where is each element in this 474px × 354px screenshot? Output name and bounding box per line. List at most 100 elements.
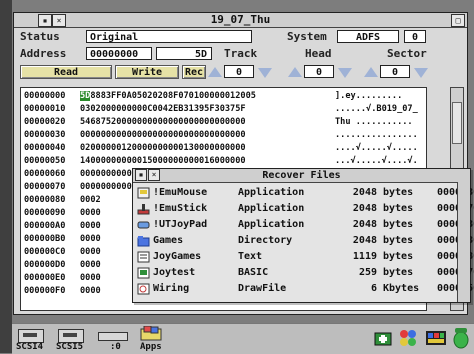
scsi5-disk-icon[interactable] bbox=[58, 329, 84, 343]
floppy-label: :0 bbox=[110, 342, 121, 352]
dump-address: 00000090 bbox=[24, 208, 66, 218]
scsi5-label: SCSI5 bbox=[56, 342, 84, 352]
floppy-drive-icon[interactable] bbox=[98, 332, 128, 341]
file-size-unit: bytes bbox=[383, 219, 414, 230]
dump-hex-bytes[interactable]: 14000000000015000000000016000000 bbox=[80, 156, 246, 167]
dump-address: 000000E0 bbox=[24, 273, 66, 283]
file-size: 2048 bbox=[352, 235, 377, 246]
read-button[interactable]: Read bbox=[20, 65, 112, 79]
file-name: Games bbox=[153, 235, 184, 246]
sector-field[interactable]: 0 bbox=[380, 65, 410, 78]
system-field[interactable]: ADFS bbox=[337, 30, 399, 43]
file-size: 1119 bbox=[352, 251, 377, 262]
track-down-arrow-icon[interactable] bbox=[258, 68, 272, 78]
app-icon bbox=[137, 187, 150, 199]
address-label: Address bbox=[20, 47, 67, 60]
toggle-size-icon[interactable]: □ bbox=[451, 14, 465, 27]
dump-address: 000000F0 bbox=[24, 286, 66, 296]
recover-file-row[interactable]: GamesDirectory2048bytes00000300 bbox=[137, 233, 474, 249]
file-type: Directory bbox=[238, 235, 293, 246]
file-size-unit: bytes bbox=[383, 267, 414, 278]
recover-file-row[interactable]: JoyGamesText1119bytes00002800 bbox=[137, 249, 474, 265]
scsi4-disk-icon[interactable] bbox=[18, 329, 44, 343]
dump-ascii[interactable]: Thu ........... bbox=[335, 117, 413, 128]
dump-hex-bytes[interactable]: 0000 bbox=[80, 234, 101, 245]
dump-ascii[interactable]: ...√.....√....√. bbox=[335, 156, 418, 167]
dump-hex-bytes[interactable]: 5D8883FF0A05020208F070100000012005 bbox=[80, 91, 256, 102]
dump-hex-bytes[interactable]: 0302000000000C0042EB31395F30375F bbox=[80, 104, 246, 115]
dump-ascii[interactable]: ................ bbox=[335, 130, 418, 141]
recover-titlebar[interactable]: ▪ × Recover Files bbox=[133, 169, 470, 183]
status-field[interactable]: Original bbox=[86, 30, 252, 43]
dump-hex-bytes[interactable]: 54687520000000000000000000000000 bbox=[80, 117, 246, 128]
sector-down-arrow-icon[interactable] bbox=[414, 68, 428, 78]
head-up-arrow-icon[interactable] bbox=[288, 67, 302, 77]
cursor-byte[interactable]: 5D bbox=[80, 91, 91, 101]
file-name: !EmuMouse bbox=[153, 187, 208, 198]
dump-hex-bytes[interactable]: 02000000120000000000130000000000 bbox=[80, 143, 246, 154]
acorn-task-manager-icon[interactable] bbox=[452, 327, 470, 349]
dump-hex-bytes[interactable]: 0000 bbox=[80, 260, 101, 271]
dump-address: 00000030 bbox=[24, 130, 66, 140]
head-field[interactable]: 0 bbox=[304, 65, 334, 78]
file-size-unit: bytes bbox=[383, 187, 414, 198]
recover-file-row[interactable]: JoytestBASIC259bytes00001701 bbox=[137, 265, 474, 281]
recover-file-row[interactable]: !EmuMouseApplication2048bytes00000300 bbox=[137, 185, 474, 201]
file-type: Text bbox=[238, 251, 263, 262]
recover-file-row[interactable]: WiringDrawFile6Kbytes00000500 bbox=[137, 281, 474, 297]
file-size: 2048 bbox=[352, 203, 377, 214]
dump-hex-bytes[interactable]: 0000 bbox=[80, 247, 101, 258]
display-manager-icon[interactable] bbox=[425, 330, 447, 346]
dump-hex-bytes[interactable]: 0000 bbox=[80, 208, 101, 219]
file-name: Wiring bbox=[153, 283, 190, 294]
drawfile-icon bbox=[137, 283, 150, 295]
write-button[interactable]: Write bbox=[115, 65, 179, 79]
dump-address: 00000050 bbox=[24, 156, 66, 166]
desktop-edge bbox=[0, 0, 12, 353]
apps-icon[interactable] bbox=[140, 325, 162, 341]
sector-up-arrow-icon[interactable] bbox=[364, 67, 378, 77]
track-up-arrow-icon[interactable] bbox=[208, 67, 222, 77]
icon-bar: SCSI4 SCSI5 :0 Apps bbox=[12, 323, 474, 354]
window-titlebar[interactable]: ▪ × 19_07_Thu □ bbox=[14, 13, 467, 28]
recover-file-row[interactable]: !EmuStickApplication2048bytes00000701 bbox=[137, 201, 474, 217]
dump-address: 000000D0 bbox=[24, 260, 66, 270]
cross-tool-icon[interactable] bbox=[374, 330, 392, 346]
dump-hex-bytes[interactable]: 0000 bbox=[80, 221, 101, 232]
track-field[interactable]: 0 bbox=[224, 65, 254, 78]
recover-title: Recover Files bbox=[262, 170, 341, 181]
dump-address: 00000040 bbox=[24, 143, 66, 153]
head-down-arrow-icon[interactable] bbox=[338, 68, 352, 78]
dump-address: 00000000 bbox=[24, 91, 66, 101]
dump-hex-bytes[interactable]: 00000000000000000000000000000000 bbox=[80, 130, 246, 141]
file-size: 2048 bbox=[352, 187, 377, 198]
file-type: Application bbox=[238, 203, 305, 214]
folder-icon bbox=[137, 236, 150, 247]
dump-ascii[interactable]: ].ey......... bbox=[335, 91, 402, 102]
file-size-unit: bytes bbox=[383, 235, 414, 246]
offset-field[interactable]: 5D bbox=[156, 47, 212, 60]
dump-hex-bytes[interactable]: 0000 bbox=[80, 286, 101, 297]
joystick-icon bbox=[137, 204, 150, 215]
recover-scrollbar[interactable] bbox=[457, 182, 470, 302]
rec-button[interactable]: Rec bbox=[182, 65, 206, 79]
file-type: DrawFile bbox=[238, 283, 287, 294]
file-name: !EmuStick bbox=[153, 203, 208, 214]
file-size-unit: Kbytes bbox=[383, 283, 420, 294]
recover-file-row[interactable]: !UTJoyPadApplication2048bytes00002300 bbox=[137, 217, 474, 233]
dump-address: 00000060 bbox=[24, 169, 66, 179]
file-type: Application bbox=[238, 187, 305, 198]
system-number-field[interactable]: 0 bbox=[404, 30, 426, 43]
dump-hex-bytes[interactable]: 0002 bbox=[80, 195, 101, 206]
acorn-colors-icon[interactable] bbox=[398, 328, 418, 348]
track-label: Track bbox=[224, 47, 258, 60]
status-label: Status bbox=[20, 30, 60, 43]
dump-ascii[interactable]: ......√.B019_07_ bbox=[335, 104, 418, 115]
joypad-icon bbox=[137, 221, 150, 229]
dump-scroll-thumb[interactable] bbox=[452, 102, 462, 144]
dump-hex-bytes[interactable]: 0000 bbox=[80, 273, 101, 284]
system-label: System bbox=[287, 30, 327, 43]
dump-ascii[interactable]: ....√.....√..... bbox=[335, 143, 418, 154]
file-size: 259 bbox=[358, 267, 377, 278]
address-field[interactable]: 00000000 bbox=[86, 47, 152, 60]
